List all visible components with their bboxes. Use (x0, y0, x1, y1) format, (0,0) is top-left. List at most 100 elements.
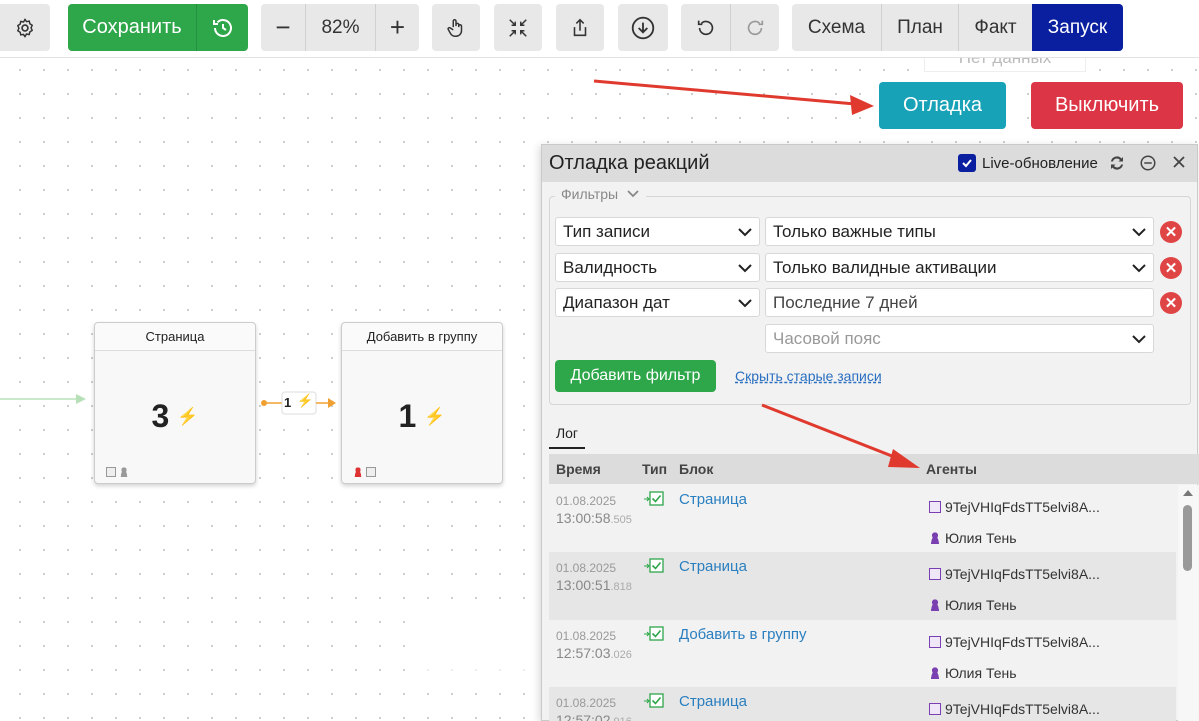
save-group: Сохранить (68, 4, 248, 51)
agent-id[interactable]: 9TejVHIqFdsTT5elvi8A... (929, 559, 1100, 590)
undo-redo-group (681, 4, 779, 51)
row-datetime: 01.08.2025 13:00:58.505 (556, 493, 632, 529)
agent-user[interactable]: Юлия Тень (929, 523, 1100, 554)
add-filter-button[interactable]: Добавить фильтр (555, 360, 716, 392)
node-add-to-group[interactable]: Добавить в группу 1 ⚡ (341, 322, 503, 484)
hand-pointer-icon (447, 18, 463, 37)
tab-schema[interactable]: Схема (792, 4, 881, 51)
date-range-input[interactable]: Последние 7 дней (765, 288, 1154, 317)
row-ms: .026 (610, 649, 632, 661)
row-date: 01.08.2025 (556, 494, 617, 508)
scrollbar-thumb[interactable] (1183, 505, 1192, 571)
download-button[interactable] (618, 4, 668, 51)
remove-filter-button[interactable]: ✕ (1160, 221, 1182, 243)
tab-plan[interactable]: План (881, 4, 958, 51)
log-scrollbar[interactable] (1178, 485, 1198, 721)
row-time: 13:00:58 (556, 510, 611, 526)
row-agents: 9TejVHIqFdsTT5elvi8A... (929, 694, 1100, 721)
reactions-debug-panel: Отладка реакций Live-обновление Фильтры … (541, 144, 1199, 721)
live-update-label: Live-обновление (982, 155, 1098, 172)
export-button[interactable] (556, 4, 604, 51)
agent-id-text: 9TejVHIqFdsTT5elvi8A... (945, 499, 1100, 515)
history-icon (212, 18, 232, 37)
close-button[interactable] (1171, 153, 1187, 176)
chevron-down-icon (738, 228, 752, 237)
log-row[interactable]: 01.08.2025 13:00:51.818 Страница 9TejVHIqFd… (549, 552, 1176, 620)
filters-toggle[interactable]: Фильтры (555, 186, 647, 202)
history-button[interactable] (196, 4, 248, 51)
filter-value-select[interactable]: Только валидные активации (765, 253, 1154, 282)
settings-button[interactable] (0, 4, 50, 51)
gear-icon (17, 18, 33, 37)
collapse-arrows-icon (509, 18, 527, 37)
filter-field-select[interactable]: Валидность (555, 253, 760, 282)
col-type: Тип (642, 461, 668, 477)
node-count: 3 (151, 398, 170, 434)
agent-user[interactable]: Юлия Тень (929, 590, 1100, 621)
zoom-in-button[interactable]: + (375, 4, 419, 51)
filter-field-select[interactable]: Диапазон дат (555, 288, 760, 317)
timezone-select[interactable]: Часовой пояс (765, 324, 1154, 353)
save-button[interactable]: Сохранить (68, 4, 196, 51)
row-block-link[interactable]: Страница (679, 491, 747, 508)
check-icon (962, 159, 972, 168)
chevron-down-icon (1132, 335, 1146, 344)
filter-field-select[interactable]: Тип записи (555, 217, 760, 246)
row-time: 13:00:51 (556, 577, 611, 593)
tab-launch[interactable]: Запуск (1032, 4, 1123, 51)
row-block-link[interactable]: Добавить в группу (679, 626, 807, 643)
filter-value-select[interactable]: Только важные типы (765, 217, 1154, 246)
agent-id[interactable]: 9TejVHIqFdsTT5elvi8A... (929, 694, 1100, 721)
refresh-icon (1111, 156, 1123, 170)
activation-type-icon (644, 693, 664, 708)
no-data-tooltip: Нет данных (924, 58, 1086, 72)
filter-field-value: Диапазон дат (563, 292, 670, 312)
chevron-down-icon (1132, 264, 1146, 273)
node-page[interactable]: Страница 3 ⚡ (94, 322, 256, 484)
log-row[interactable]: 01.08.2025 12:57:03.026 Добавить в группу 9… (549, 620, 1176, 688)
panel-title: Отладка реакций (549, 152, 710, 174)
panel-header: Отладка реакций Live-обновление (542, 145, 1197, 182)
remove-filter-button[interactable]: ✕ (1160, 257, 1182, 279)
disable-button[interactable]: Выключить (1031, 82, 1183, 129)
agent-id-text: 9TejVHIqFdsTT5elvi8A... (945, 701, 1100, 717)
tab-fact[interactable]: Факт (958, 4, 1032, 51)
undo-button[interactable] (681, 4, 730, 51)
redo-button[interactable] (730, 4, 779, 51)
log-table-header: Время Тип Блок Агенты (549, 454, 1199, 484)
col-block: Блок (679, 461, 714, 477)
row-ms: .916 (611, 716, 632, 721)
agent-user[interactable]: Юлия Тень (929, 658, 1100, 689)
refresh-button[interactable] (1108, 154, 1126, 178)
row-time: 12:57:03 (556, 645, 611, 661)
node-counter: 3 ⚡ (95, 398, 255, 435)
node-count: 1 (398, 398, 417, 434)
tab-log[interactable]: Лог (549, 419, 585, 449)
debug-button[interactable]: Отладка (879, 82, 1006, 129)
minimize-button[interactable] (1139, 154, 1157, 178)
row-block-link[interactable]: Страница (679, 693, 747, 710)
remove-filter-button[interactable]: ✕ (1160, 292, 1182, 314)
toolbar: Сохранить − 82% + Схема План Факт Запуск (0, 0, 1199, 58)
minus-circle-icon (1140, 155, 1156, 171)
redo-icon (747, 20, 764, 35)
live-update-checkbox[interactable] (958, 154, 976, 172)
agent-id[interactable]: 9TejVHIqFdsTT5elvi8A... (929, 627, 1100, 658)
pan-mode-button[interactable] (432, 4, 480, 51)
page-agent-icon (929, 636, 941, 648)
fit-view-button[interactable] (494, 4, 542, 51)
zoom-out-button[interactable]: − (261, 4, 305, 51)
agent-name-text: Юлия Тень (945, 597, 1017, 613)
row-block-link[interactable]: Страница (679, 558, 747, 575)
log-row[interactable]: 01.08.2025 13:00:58.505 Страница 9TejVHIqFd… (549, 485, 1176, 553)
no-data-text: Нет данных (925, 58, 1085, 68)
undo-icon (697, 20, 713, 35)
chevron-down-icon (738, 264, 752, 273)
user-icon (929, 532, 941, 544)
chevron-down-icon (627, 190, 639, 198)
agent-id[interactable]: 9TejVHIqFdsTT5elvi8A... (929, 492, 1100, 523)
row-ms: .505 (610, 514, 632, 526)
page-agent-icon (929, 501, 941, 513)
log-row[interactable]: 01.08.2025 12:57:02.916 Страница 9TejVHIqFd… (549, 687, 1176, 721)
hide-old-records-link[interactable]: Скрыть старые записи (735, 368, 882, 384)
